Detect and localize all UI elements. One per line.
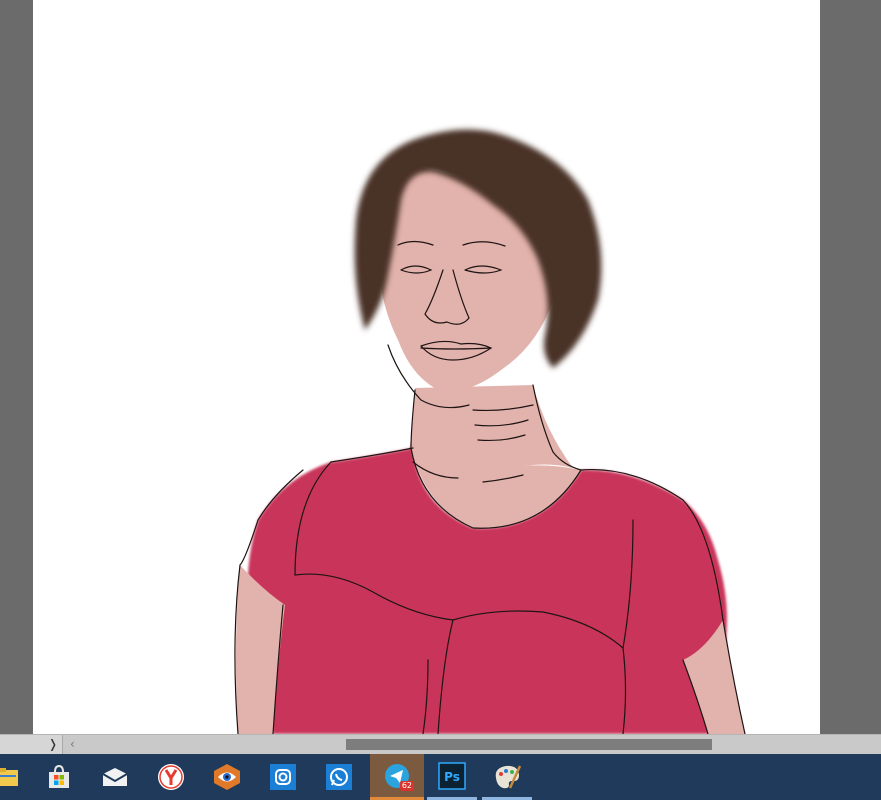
mail-icon [102,768,128,786]
microsoft-store-icon [49,764,69,788]
svg-text:Ps: Ps [444,770,460,784]
taskbar-photoshop[interactable]: Ps [427,754,477,800]
image-viewer-eye-icon [214,764,240,790]
taskbar-telegram[interactable]: 62 [370,754,424,800]
taskbar-mail[interactable] [90,754,140,800]
yandex-browser-icon [158,764,184,790]
whatsapp-icon [326,764,352,790]
horizontal-scrollbar[interactable]: ❭ ‹ [0,734,881,754]
unread-badge: 62 [399,781,414,791]
taskbar-store[interactable] [34,754,84,800]
paint-palette-icon [495,764,522,789]
scroll-left-arrow[interactable]: ‹ [70,737,75,751]
taskbar-paint[interactable] [482,754,532,800]
taskbar-whatsapp[interactable] [314,754,364,800]
taskbar-instagram[interactable] [258,754,308,800]
drawing-canvas[interactable] [33,0,820,734]
scrollbar-thumb[interactable] [346,739,712,750]
portrait-illustration [234,129,746,734]
photoshop-icon: Ps [438,761,466,790]
taskbar-yandex-browser[interactable] [146,754,196,800]
file-explorer-icon [0,768,18,786]
taskbar-image-viewer[interactable] [202,754,252,800]
taskbar-file-explorer[interactable] [0,754,32,800]
windows-taskbar: 62 Ps [0,754,881,800]
editor-workspace [0,0,881,734]
scroll-right-arrow[interactable]: ❭ [48,737,58,751]
scroll-left-region[interactable]: ❭ [0,735,63,754]
instagram-icon [270,764,296,790]
